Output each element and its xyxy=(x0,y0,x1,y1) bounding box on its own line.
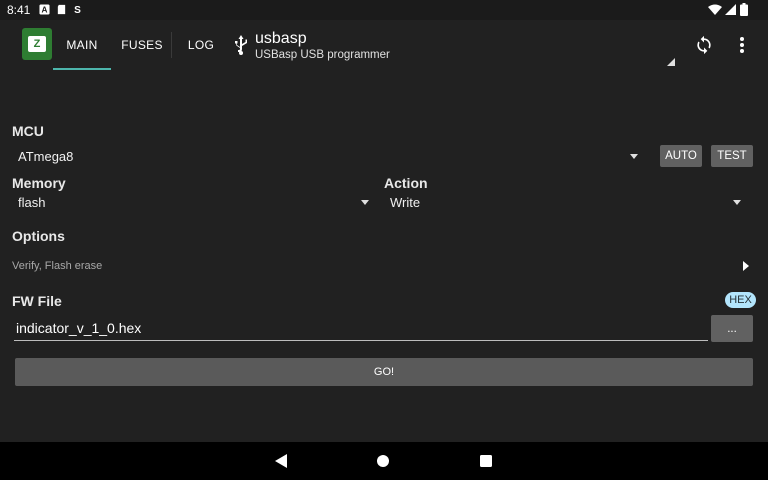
status-time: 8:41 xyxy=(7,3,31,17)
tab-fuses[interactable]: FUSES xyxy=(116,20,168,70)
tab-main[interactable]: MAIN xyxy=(53,20,111,70)
status-bar xyxy=(0,0,768,20)
mcu-select-value: ATmega8 xyxy=(18,149,74,164)
back-icon[interactable] xyxy=(275,454,287,468)
more-vert-icon[interactable] xyxy=(733,35,751,55)
memory-dropdown-arrow-icon xyxy=(361,200,369,205)
signal-icon xyxy=(725,4,736,15)
device-description: USBasp USB programmer xyxy=(255,49,390,61)
fw-file-label: FW File xyxy=(12,293,62,309)
mcu-dropdown-arrow-icon xyxy=(630,154,638,159)
tab-log-label: LOG xyxy=(187,38,215,52)
usb-icon xyxy=(235,35,247,55)
device-name: usbasp xyxy=(255,30,307,47)
test-button[interactable]: TEST xyxy=(711,145,753,167)
action-select-value: Write xyxy=(390,195,421,210)
go-button[interactable]: GO! xyxy=(15,358,753,386)
svg-text:S: S xyxy=(74,5,81,15)
chevron-right-icon xyxy=(743,261,749,271)
sd-card-icon xyxy=(57,4,66,15)
memory-label: Memory xyxy=(12,175,66,191)
hex-badge: HEX xyxy=(725,292,756,308)
action-select[interactable]: Write xyxy=(384,191,746,213)
tab-fuses-label: FUSES xyxy=(121,38,163,52)
mcu-label: MCU xyxy=(12,123,44,139)
options-row[interactable]: Verify, Flash erase xyxy=(12,256,756,276)
memory-select-value: flash xyxy=(18,195,46,210)
tab-main-label: MAIN xyxy=(66,38,98,52)
app-logo-icon: Z xyxy=(22,28,52,60)
battery-icon xyxy=(740,3,748,16)
sync-icon[interactable] xyxy=(694,35,714,55)
action-label: Action xyxy=(384,175,428,191)
device-dropdown-corner-icon[interactable] xyxy=(667,58,675,66)
browse-button[interactable]: ... xyxy=(711,315,753,342)
s-notification-icon: S xyxy=(74,5,81,15)
options-label: Options xyxy=(12,228,65,244)
action-dropdown-arrow-icon xyxy=(733,200,741,205)
mcu-select[interactable]: ATmega8 xyxy=(12,145,644,169)
auto-button[interactable]: AUTO xyxy=(660,145,702,167)
home-icon[interactable] xyxy=(377,455,389,467)
options-value: Verify, Flash erase xyxy=(12,260,103,272)
memory-select[interactable]: flash xyxy=(12,191,372,213)
tab-divider xyxy=(171,32,172,58)
wifi-icon xyxy=(708,4,722,15)
recents-icon[interactable] xyxy=(480,455,492,467)
fw-file-input[interactable] xyxy=(14,316,708,341)
svg-text:A: A xyxy=(42,6,48,15)
notification-a-icon: A xyxy=(39,4,50,15)
tab-log[interactable]: LOG xyxy=(182,20,220,70)
